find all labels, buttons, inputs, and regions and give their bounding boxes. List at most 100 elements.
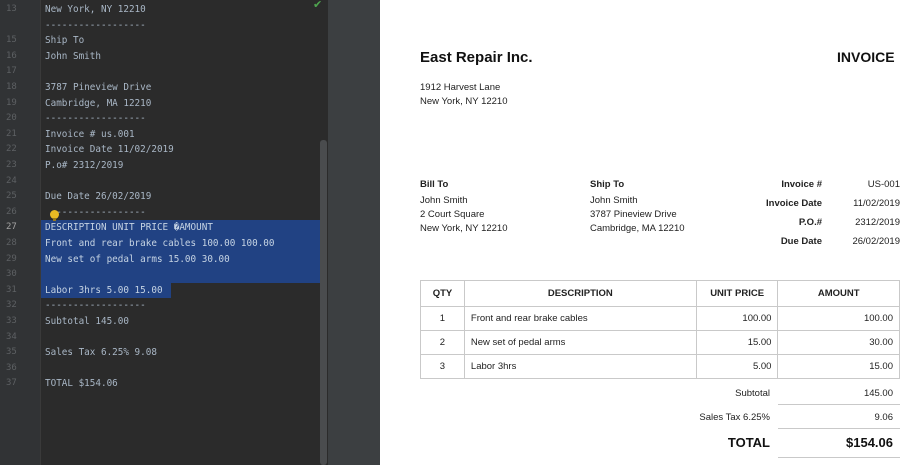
line-number: 31 bbox=[6, 284, 17, 295]
meta-label: P.O.# bbox=[798, 217, 822, 228]
meta-label: Invoice # bbox=[781, 179, 822, 190]
line-number: 29 bbox=[6, 253, 17, 264]
cell-unit-price: 100.00 bbox=[695, 306, 779, 331]
cell-amount: 30.00 bbox=[777, 330, 900, 355]
line-number: 24 bbox=[6, 175, 17, 186]
line-number: 32 bbox=[6, 300, 17, 311]
code-line[interactable]: DESCRIPTION UNIT PRICE �AMOUNT bbox=[41, 220, 327, 236]
bill-to-label: Bill To bbox=[420, 179, 449, 190]
code-line[interactable]: Sales Tax 6.25% 9.08 bbox=[41, 345, 327, 361]
meta-value: 26/02/2019 bbox=[852, 236, 900, 247]
meta-value: US-001 bbox=[867, 179, 900, 190]
code-line[interactable]: Invoice # us.001 bbox=[41, 127, 327, 143]
line-number: 18 bbox=[6, 82, 17, 92]
line-number: 16 bbox=[6, 50, 17, 61]
line-number: 13 bbox=[6, 4, 17, 14]
code-line[interactable] bbox=[41, 361, 327, 377]
code-area[interactable]: New York, NY 12210 ------------------ Ship… bbox=[41, 0, 327, 465]
line-number-gutter: 13 15 16 17 18 19 20 21 22 23 24 25 26 27 28 29 30 31 32 33… bbox=[0, 0, 41, 465]
table-row: 2 New set of pedal arms 15.00 30.00 bbox=[420, 330, 900, 355]
code-editor[interactable]: 13 15 16 17 18 19 20 21 22 23 24 25 26 27 28 29 30 31 32 33… bbox=[0, 0, 380, 465]
code-line[interactable]: 3787 Pineview Drive bbox=[41, 80, 327, 96]
code-line[interactable]: Cambridge, MA 12210 bbox=[41, 96, 327, 112]
code-line[interactable]: TOTAL $154.06 bbox=[41, 376, 327, 392]
vertical-scrollbar[interactable] bbox=[320, 140, 327, 465]
code-line[interactable]: Invoice Date 11/02/2019 bbox=[41, 142, 327, 158]
line-number: 19 bbox=[6, 97, 17, 108]
subtotal-label: Subtotal bbox=[735, 388, 770, 399]
line-number: 27 bbox=[6, 222, 17, 233]
total-label: TOTAL bbox=[727, 435, 770, 450]
column-header-unit-price: UNIT PRICE bbox=[695, 280, 779, 307]
code-line[interactable]: ------------------ bbox=[41, 18, 327, 34]
table-row: 3 Labor 3hrs 5.00 15.00 bbox=[420, 354, 900, 379]
sales-tax-value: 9.06 bbox=[874, 412, 894, 423]
line-number: 28 bbox=[6, 238, 17, 248]
line-number: 34 bbox=[6, 331, 17, 342]
checkmark-icon: ✔ bbox=[313, 0, 323, 11]
totals-divider bbox=[778, 404, 900, 405]
code-line[interactable]: ------------------ bbox=[41, 298, 327, 314]
code-line[interactable]: Ship To bbox=[41, 33, 327, 49]
line-number bbox=[0, 18, 34, 34]
code-line[interactable]: New set of pedal arms 15.00 30.00 bbox=[41, 251, 327, 268]
total-value: $154.06 bbox=[846, 435, 893, 450]
cell-qty: 1 bbox=[420, 306, 465, 331]
line-number: 20 bbox=[6, 113, 17, 124]
bill-to-address-2: New York, NY 12210 bbox=[420, 223, 508, 234]
line-number: 26 bbox=[6, 206, 17, 217]
table-row: 1 Front and rear brake cables 100.00 100.00 bbox=[420, 306, 900, 331]
company-name: East Repair Inc. bbox=[420, 49, 533, 66]
bill-to-name: John Smith bbox=[420, 195, 468, 206]
cell-unit-price: 5.00 bbox=[695, 354, 779, 379]
code-line[interactable] bbox=[41, 330, 327, 346]
editor-side-panel bbox=[328, 0, 380, 465]
meta-label: Invoice Date bbox=[766, 198, 822, 209]
code-line[interactable] bbox=[41, 64, 327, 80]
code-line[interactable] bbox=[41, 267, 327, 283]
meta-label: Due Date bbox=[780, 236, 822, 247]
items-table: QTY DESCRIPTION UNIT PRICE AMOUNT 1 Front… bbox=[420, 280, 900, 379]
subtotal-value: 145.00 bbox=[863, 388, 893, 399]
line-number: 33 bbox=[6, 316, 17, 326]
line-number: 17 bbox=[6, 66, 17, 77]
invoice-title: INVOICE bbox=[837, 49, 895, 65]
meta-value: 2312/2019 bbox=[855, 217, 900, 228]
company-address-line-2: New York, NY 12210 bbox=[420, 96, 508, 107]
ship-to-address-2: Cambridge, MA 12210 bbox=[590, 223, 685, 234]
line-number: 36 bbox=[6, 362, 17, 373]
table-header-row: QTY DESCRIPTION UNIT PRICE AMOUNT bbox=[420, 280, 900, 307]
ship-to-label: Ship To bbox=[590, 179, 625, 190]
code-line[interactable] bbox=[41, 174, 327, 190]
code-line[interactable]: ---------------- bbox=[41, 205, 327, 221]
cell-description: New set of pedal arms bbox=[463, 330, 697, 355]
line-number: 25 bbox=[6, 191, 17, 202]
meta-value: 11/02/2019 bbox=[853, 198, 900, 209]
code-line[interactable]: P.o# 2312/2019 bbox=[41, 158, 327, 174]
code-line[interactable]: Front and rear brake cables 100.00 100.0… bbox=[41, 236, 327, 252]
sales-tax-label: Sales Tax 6.25% bbox=[699, 412, 770, 423]
cell-qty: 2 bbox=[420, 330, 465, 355]
totals-divider bbox=[778, 457, 900, 458]
cell-description: Front and rear brake cables bbox=[463, 306, 697, 331]
lightbulb-icon[interactable] bbox=[50, 210, 59, 221]
code-line[interactable]: ------------------ bbox=[41, 111, 327, 127]
code-line[interactable]: Subtotal 145.00 bbox=[41, 314, 327, 330]
totals-divider bbox=[778, 428, 900, 429]
line-number: 15 bbox=[6, 35, 17, 46]
code-line[interactable]: New York, NY 12210 bbox=[41, 2, 327, 18]
line-number: 22 bbox=[6, 144, 17, 155]
line-number: 23 bbox=[6, 160, 17, 170]
bill-to-address-1: 2 Court Square bbox=[420, 209, 485, 220]
code-line[interactable]: Labor 3hrs 5.00 15.00 bbox=[41, 282, 171, 299]
code-line[interactable]: John Smith bbox=[41, 49, 327, 65]
column-header-amount: AMOUNT bbox=[777, 280, 900, 307]
column-header-description: DESCRIPTION bbox=[463, 280, 697, 307]
line-number: 37 bbox=[6, 378, 17, 389]
cell-amount: 100.00 bbox=[777, 306, 900, 331]
code-line[interactable]: Due Date 26/02/2019 bbox=[41, 189, 327, 205]
line-number: 35 bbox=[6, 347, 17, 358]
invoice-preview: East Repair Inc. INVOICE 1912 Harvest La… bbox=[380, 0, 900, 465]
company-address-line-1: 1912 Harvest Lane bbox=[420, 82, 501, 93]
line-number: 21 bbox=[6, 128, 17, 139]
